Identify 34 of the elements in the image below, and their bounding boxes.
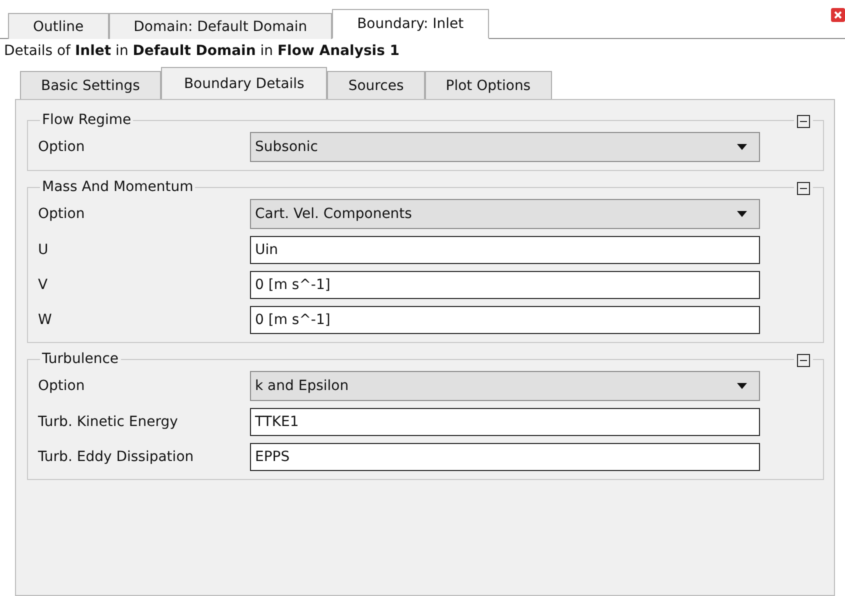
option-dropdown[interactable]: Subsonic bbox=[250, 132, 760, 162]
option-dropdown[interactable]: Cart. Vel. Components bbox=[250, 199, 760, 229]
panel-tab[interactable]: Outline bbox=[8, 13, 109, 39]
field-label: Option bbox=[38, 206, 86, 222]
panel-tab[interactable]: Domain: Default Domain bbox=[108, 13, 332, 39]
field-label: V bbox=[38, 277, 49, 293]
field-label: Option bbox=[38, 378, 86, 394]
collapse-icon[interactable] bbox=[794, 354, 813, 367]
caret-icon bbox=[737, 383, 747, 389]
caret-icon bbox=[737, 211, 747, 217]
input-field[interactable]: 0 [m s^-1] bbox=[250, 271, 760, 299]
section-title: Flow Regime bbox=[41, 112, 132, 128]
field-label: W bbox=[38, 312, 53, 328]
input-field[interactable]: 0 [m s^-1] bbox=[250, 306, 760, 334]
caret-icon bbox=[737, 144, 747, 150]
panel-tab[interactable]: Boundary: Inlet bbox=[332, 9, 489, 39]
collapse-icon[interactable] bbox=[794, 115, 813, 128]
field-label: U bbox=[38, 242, 50, 258]
input-field[interactable]: EPPS bbox=[250, 443, 760, 471]
section-title: Mass And Momentum bbox=[41, 179, 194, 195]
close-icon[interactable] bbox=[831, 8, 845, 22]
settings-tab[interactable]: Plot Options bbox=[424, 71, 552, 99]
field-label: Option bbox=[38, 139, 86, 155]
input-field[interactable]: Uin bbox=[250, 236, 760, 264]
option-dropdown[interactable]: k and Epsilon bbox=[250, 371, 760, 401]
section-title: Turbulence bbox=[41, 351, 120, 367]
field-label: Turb. Eddy Dissipation bbox=[38, 449, 195, 465]
collapse-icon[interactable] bbox=[794, 182, 813, 195]
settings-tab[interactable]: Sources bbox=[327, 71, 425, 99]
settings-tab[interactable]: Boundary Details bbox=[160, 67, 328, 99]
settings-tab[interactable]: Basic Settings bbox=[20, 71, 161, 99]
details-caption: Details of Inlet in Default Domain in Flow Analysis 1 bbox=[3, 42, 401, 61]
input-field[interactable]: TTKE1 bbox=[250, 408, 760, 436]
field-label: Turb. Kinetic Energy bbox=[38, 414, 179, 430]
